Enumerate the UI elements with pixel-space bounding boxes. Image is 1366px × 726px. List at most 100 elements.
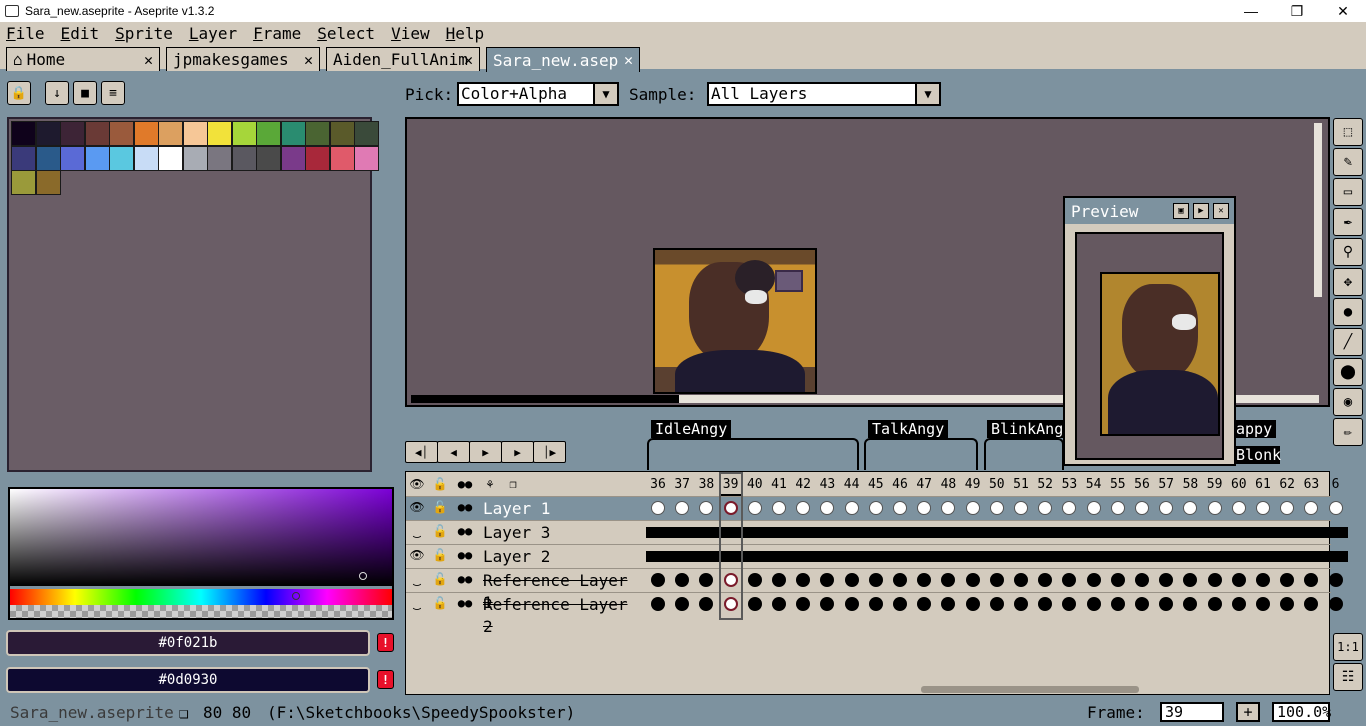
cel-link[interactable] xyxy=(670,551,695,562)
frame-input[interactable]: 39 xyxy=(1160,702,1224,722)
continuous-icon[interactable]: ●● xyxy=(456,572,474,586)
cel-link[interactable] xyxy=(815,527,840,538)
cel-link[interactable] xyxy=(984,551,1009,562)
palette-swatch[interactable] xyxy=(329,121,355,146)
cel[interactable] xyxy=(820,597,835,611)
layer-row[interactable]: ‿ 🔓 ●● Reference Layer 1 xyxy=(406,568,1343,612)
eye-closed-icon[interactable]: ‿ xyxy=(408,596,426,610)
maximize-button[interactable]: ❐ xyxy=(1274,0,1320,22)
cel[interactable] xyxy=(868,501,883,515)
tab-close-icon[interactable]: ✕ xyxy=(304,51,313,69)
tab-close-icon[interactable]: ✕ xyxy=(144,51,153,69)
cel-link[interactable] xyxy=(1009,551,1034,562)
cel-link[interactable] xyxy=(767,527,792,538)
cel-link[interactable] xyxy=(863,527,888,538)
cel-link[interactable] xyxy=(694,551,719,562)
menu-frame[interactable]: Frame xyxy=(253,24,301,43)
menu-view[interactable]: View xyxy=(391,24,430,43)
frame-header[interactable]: 42 xyxy=(791,472,815,496)
palette-swatch[interactable] xyxy=(35,170,61,195)
frame-header[interactable]: 50 xyxy=(985,472,1009,496)
cel[interactable] xyxy=(1207,597,1222,611)
zoom-tool[interactable]: ⚲ xyxy=(1333,238,1363,266)
frame-header[interactable]: 63 xyxy=(1299,472,1323,496)
cel[interactable] xyxy=(893,573,907,587)
cel-link[interactable] xyxy=(936,527,961,538)
cel[interactable] xyxy=(723,501,738,515)
cel[interactable] xyxy=(1207,573,1222,587)
cel[interactable] xyxy=(941,597,956,611)
frame-header[interactable]: 59 xyxy=(1203,472,1227,496)
cel-link[interactable] xyxy=(1251,551,1276,562)
next-frame-button[interactable]: ▶ xyxy=(501,441,534,463)
palette-swatch[interactable] xyxy=(256,145,281,171)
hue-slider[interactable] xyxy=(10,589,392,605)
cel[interactable] xyxy=(1280,573,1295,587)
cel[interactable] xyxy=(820,573,835,587)
frame-header[interactable]: 40 xyxy=(743,472,767,496)
preview-center-button[interactable]: ▣ xyxy=(1173,203,1189,219)
cel-link[interactable] xyxy=(694,527,719,538)
tab-home[interactable]: ⌂ Home ✕ xyxy=(6,47,160,71)
cel[interactable] xyxy=(747,501,762,515)
palette-swatch[interactable] xyxy=(280,145,306,171)
tab-sara-new[interactable]: Sara_new.asep ✕ xyxy=(486,47,640,72)
cel[interactable] xyxy=(844,573,859,587)
frame-header[interactable]: 39 xyxy=(718,472,743,496)
palette-swatch[interactable] xyxy=(11,170,36,195)
cel[interactable] xyxy=(723,573,738,587)
cel[interactable] xyxy=(965,501,980,515)
frame-header[interactable]: 55 xyxy=(1106,472,1130,496)
cel[interactable] xyxy=(1014,501,1028,515)
canvas-vertical-scrollbar[interactable] xyxy=(1314,123,1322,297)
cel-link[interactable] xyxy=(742,527,767,538)
palette-swatch[interactable] xyxy=(354,121,379,146)
cel[interactable] xyxy=(651,597,665,611)
cel[interactable] xyxy=(1038,573,1053,587)
background-color-button[interactable]: #0d0930 xyxy=(6,667,370,693)
palette-swatch[interactable] xyxy=(35,145,61,171)
palette-swatch[interactable] xyxy=(280,121,306,146)
cel-link[interactable] xyxy=(912,551,937,562)
cel[interactable] xyxy=(893,501,907,515)
cel[interactable] xyxy=(844,501,859,515)
cel[interactable] xyxy=(1304,573,1319,587)
cel[interactable] xyxy=(917,501,932,515)
cel[interactable] xyxy=(747,573,762,587)
line-tool[interactable]: ╱ xyxy=(1333,328,1363,356)
palette-presets-button[interactable]: ■ xyxy=(73,81,97,105)
frame-header[interactable]: 52 xyxy=(1033,472,1057,496)
cel[interactable] xyxy=(1159,573,1174,587)
cel-link[interactable] xyxy=(1154,527,1179,538)
timeline-horizontal-scrollbar[interactable] xyxy=(921,686,1139,693)
cel[interactable] xyxy=(868,573,883,587)
eye-icon[interactable]: 👁 xyxy=(408,548,426,562)
preview-titlebar[interactable]: Preview ▣ ▶ ✕ xyxy=(1065,198,1234,224)
frame-header[interactable]: 6 xyxy=(1324,472,1348,496)
menu-layer[interactable]: Layer xyxy=(189,24,237,43)
cel[interactable] xyxy=(772,597,786,611)
cel[interactable] xyxy=(844,597,859,611)
layer-name[interactable]: Layer 1 xyxy=(481,498,643,520)
cel[interactable] xyxy=(1135,597,1149,611)
frame-header[interactable]: 61 xyxy=(1251,472,1275,496)
layer-row[interactable]: 👁 🔓 ●● Layer 1 xyxy=(406,496,1343,520)
frame-header[interactable]: 51 xyxy=(1009,472,1033,496)
palette-swatch[interactable] xyxy=(11,145,36,171)
cel-link[interactable] xyxy=(1275,527,1300,538)
saturation-value-field[interactable] xyxy=(10,489,392,586)
menu-help[interactable]: Help xyxy=(446,24,485,43)
palette-swatch[interactable] xyxy=(305,145,330,171)
palette-swatch[interactable] xyxy=(84,121,110,146)
palette-swatch[interactable] xyxy=(35,121,61,146)
cel-link[interactable] xyxy=(1057,551,1082,562)
cel-link[interactable] xyxy=(1105,551,1130,562)
eye-closed-icon[interactable]: ‿ xyxy=(408,524,426,538)
palette-swatch[interactable] xyxy=(11,121,36,146)
sample-dropdown[interactable]: All Layers ▼ xyxy=(707,82,941,106)
cel-link[interactable] xyxy=(1081,527,1106,538)
cel[interactable] xyxy=(699,597,714,611)
chevron-down-icon[interactable]: ▼ xyxy=(915,82,941,106)
cel[interactable] xyxy=(1231,573,1246,587)
cel[interactable] xyxy=(965,597,980,611)
